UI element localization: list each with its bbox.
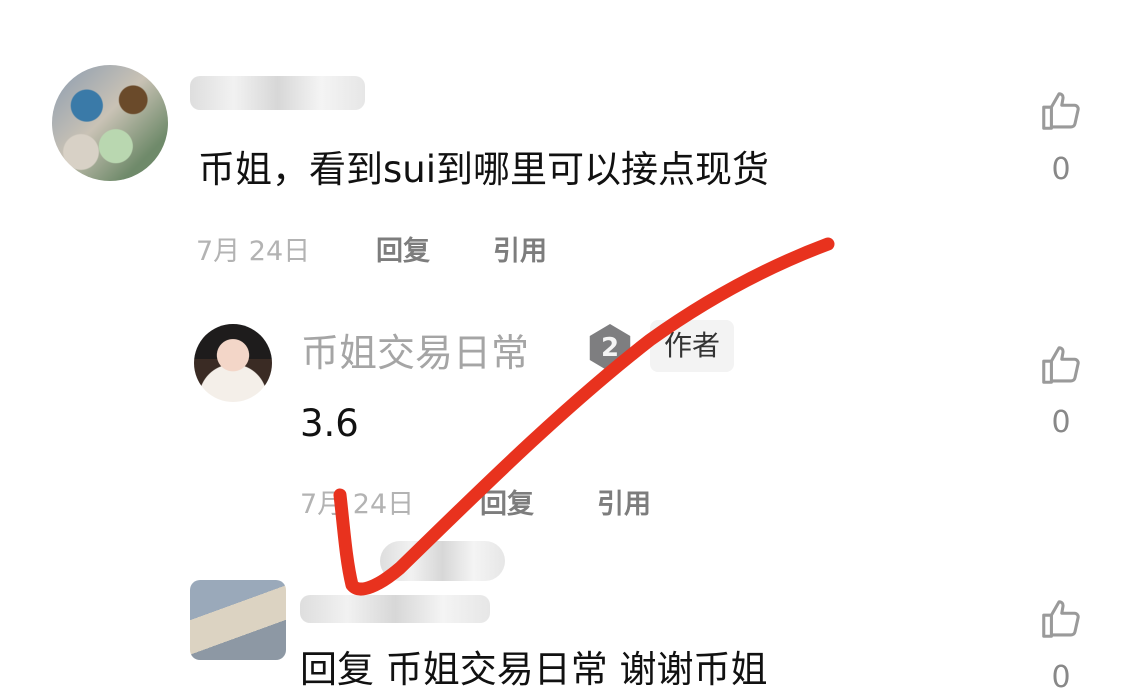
avatar[interactable] [194,324,272,402]
like-count: 0 [1051,660,1071,695]
like-count: 0 [1051,405,1071,440]
thumbs-up-icon [1042,92,1080,130]
reply-item: 回复 币姐交易日常 谢谢币姐 0 [0,535,1140,695]
reply-button[interactable]: 回复 [480,482,534,521]
thumbs-up-icon [1042,346,1080,384]
author-tag: 作者 [650,320,735,372]
username-obscured [190,76,365,110]
comment-text: 3.6 [300,402,359,445]
level-badge: 2 [589,324,631,372]
reply-button[interactable]: 回复 [376,229,430,268]
comment-date: 7月 24日 [300,489,415,520]
obscured-decoration [380,541,505,581]
avatar[interactable] [52,65,168,181]
quote-button[interactable]: 引用 [597,482,651,521]
avatar-obscured[interactable] [190,580,286,660]
like-button[interactable] [1035,88,1087,138]
thumbs-up-icon [1042,600,1080,638]
comment-text: 回复 币姐交易日常 谢谢币姐 [300,648,768,691]
author-username[interactable]: 币姐交易日常 [301,322,529,377]
username-obscured [300,595,490,623]
comment-text: 币姐，看到sui到哪里可以接点现货 [198,148,770,191]
like-button[interactable] [1035,342,1087,392]
comment-item: 币姐，看到sui到哪里可以接点现货 7月 24日 回复 引用 0 [0,0,1140,290]
like-button[interactable] [1035,596,1087,646]
quote-button[interactable]: 引用 [493,229,547,268]
reply-item: 币姐交易日常 2 作者 3.6 7月 24日 回复 引用 0 [0,300,1140,530]
comment-date: 7月 24日 [196,236,311,267]
level-number: 2 [600,333,620,363]
like-count: 0 [1051,152,1071,187]
